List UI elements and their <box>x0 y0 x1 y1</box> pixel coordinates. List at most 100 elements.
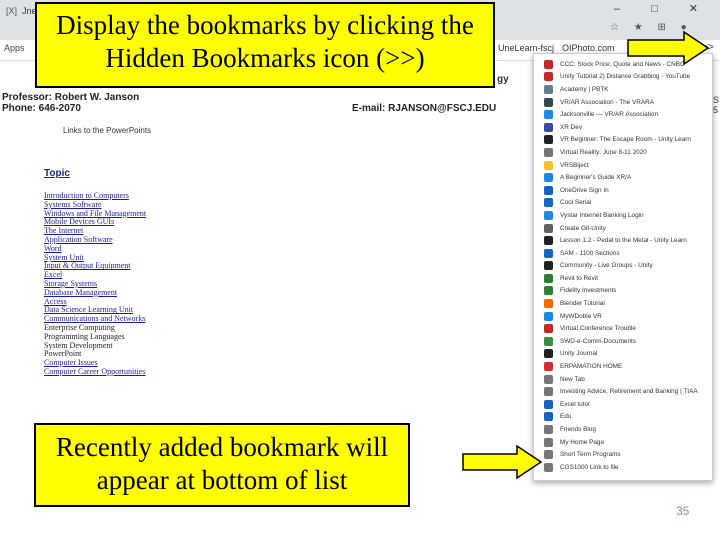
bookmark-favicon-icon <box>544 248 553 258</box>
bookmark-label: Vystar Internet Banking Login <box>560 211 644 219</box>
arrow-to-recent-bookmark <box>462 444 543 480</box>
bookmark-favicon-icon <box>544 135 553 145</box>
bookmark-item[interactable]: OneDrive Sign In <box>534 184 712 197</box>
bookmark-oiphoto[interactable]: OIPhoto.com <box>562 43 615 53</box>
bookmark-favicon-icon <box>544 147 553 157</box>
window-controls[interactable]: – □ ✕ <box>614 2 712 15</box>
bookmark-item[interactable]: Academy | PBTK <box>534 83 712 96</box>
bookmark-label: Cool Serial <box>560 199 592 207</box>
bookmark-label: XR Dev <box>560 123 583 131</box>
bookmark-list: CCC: Stock Price, Quote and News - CNBC U… <box>534 54 712 474</box>
bookmark-item[interactable]: VR/AR Association - The VRARA <box>534 96 712 109</box>
bookmark-label: Excel tutor <box>560 400 591 408</box>
bookmark-favicon-icon <box>544 450 553 460</box>
bookmark-favicon-icon <box>544 437 553 447</box>
bookmark-item[interactable]: SWD-e-Comm-Documents <box>534 335 712 348</box>
bookmark-item[interactable]: MyWDoble VR <box>534 310 712 323</box>
bookmark-label: New Tab <box>560 375 585 383</box>
bookmark-label: Virtual Conference Trouble <box>560 325 636 333</box>
bookmark-label: SAM - 1100 Sections <box>560 249 620 257</box>
bookmark-item[interactable]: XR Dev <box>534 121 712 134</box>
bookmark-favicon-icon <box>544 261 553 271</box>
bookmark-label: Revit to Revit <box>560 274 599 282</box>
bookmark-item[interactable]: Edu <box>534 411 712 424</box>
links-heading: Links to the PowerPoints <box>63 126 152 135</box>
edge-char: S <box>713 95 720 105</box>
bookmark-item[interactable]: Cool Serial <box>534 197 712 210</box>
bookmark-label: Edu <box>560 413 572 421</box>
bookmark-favicon-icon <box>544 273 553 283</box>
bookmark-favicon-icon <box>544 425 553 435</box>
professor-email: E-mail: RJANSON@FSCJ.EDU <box>352 103 497 114</box>
bookmark-favicon-icon <box>544 412 553 422</box>
bookmark-favicon-icon <box>544 349 553 359</box>
bookmark-item[interactable]: New Tab <box>534 373 712 386</box>
bookmark-favicon-icon <box>544 236 553 246</box>
bookmark-favicon-icon <box>544 72 553 82</box>
bookmark-item[interactable]: Blender Tutorial <box>534 297 712 310</box>
bookmark-label: A Beginner's Guide XR/A <box>560 174 632 182</box>
topic-list: Introduction to Computers Systems Softwar… <box>44 191 146 377</box>
bookmark-item[interactable]: A Beginner's Guide XR/A <box>534 171 712 184</box>
bookmark-item[interactable]: Friends Blog <box>534 423 712 436</box>
bookmark-item[interactable]: Lesson 1.2 - Pedal to the Metal - Unity … <box>534 234 712 247</box>
bookmark-item[interactable]: Revit to Revit <box>534 272 712 285</box>
bookmark-item[interactable]: CGS1000 Link to file <box>534 461 712 474</box>
bookmark-item[interactable]: Unity Journal <box>534 348 712 361</box>
bookmark-favicon-icon <box>544 336 553 346</box>
bookmark-label: CGS1000 Link to file <box>560 463 619 471</box>
bookmark-favicon-icon <box>544 324 553 334</box>
arrow-to-hidden-bookmarks <box>627 30 710 66</box>
bookmark-favicon-icon <box>544 462 553 472</box>
bookmark-label: SWD-e-Comm-Documents <box>560 337 636 345</box>
bookmark-favicon-icon <box>544 59 553 69</box>
bookmark-favicon-icon <box>544 223 553 233</box>
bookmark-item[interactable]: My Home Page <box>534 436 712 449</box>
bookmark-unelearn[interactable]: UneLearn-fscj <box>498 43 554 53</box>
bookmark-item[interactable]: Unity Tutorial 2) Distance Grabbing - Yo… <box>534 71 712 84</box>
bookmark-favicon-icon <box>544 173 553 183</box>
bookmark-favicon-icon <box>544 185 553 195</box>
bookmark-favicon-icon <box>544 299 553 309</box>
bookmark-item[interactable]: Jacksonville — VR/AR Association <box>534 108 712 121</box>
bookmark-label: ERPAMATION HOME <box>560 363 623 371</box>
bookmark-favicon-icon <box>544 97 553 107</box>
bookmark-item[interactable]: ERPAMATION HOME <box>534 360 712 373</box>
bookmark-label: Jacksonville — VR/AR Association <box>560 111 659 119</box>
bookmark-favicon-icon <box>544 110 553 120</box>
bookmark-label: Friends Blog <box>560 426 596 434</box>
bookmark-item[interactable]: Virtual Reality: June 8-11 2020 <box>534 146 712 159</box>
bookmark-favicon-icon <box>544 399 553 409</box>
bookmark-item[interactable]: Vystar Internet Banking Login <box>534 209 712 222</box>
bookmark-item[interactable]: Short Term Programs <box>534 448 712 461</box>
instruction-callout: Display the bookmarks by clicking the Hi… <box>35 2 495 88</box>
professor-phone: Phone: 646-2070 <box>2 103 81 114</box>
bookmark-favicon-icon <box>544 387 553 397</box>
recent-bookmark-callout: Recently added bookmark will appear at b… <box>34 423 410 507</box>
bookmark-item[interactable]: Investing Advice, Retirement and Banking… <box>534 385 712 398</box>
bookmark-item[interactable]: Excel tutor <box>534 398 712 411</box>
tab-favicon[interactable]: [X] <box>6 6 17 16</box>
professor-name: Professor: Robert W. Janson <box>2 92 140 103</box>
bookmark-item[interactable]: Virtual Conference Trouble <box>534 322 712 335</box>
bookmark-item[interactable]: VRSBiject <box>534 159 712 172</box>
bookmark-item[interactable]: VR Beginner: The Escape Room - Unity Lea… <box>534 134 712 147</box>
bookmark-label: VR Beginner: The Escape Room - Unity Lea… <box>560 136 691 144</box>
bookmark-label: VR/AR Association - The VRARA <box>560 98 655 106</box>
bookmark-label: Blender Tutorial <box>560 300 605 308</box>
bookmark-label: OneDrive Sign In <box>560 186 609 194</box>
bookmark-label: Unity Tutorial 2) Distance Grabbing - Yo… <box>560 73 691 81</box>
page-heading-fragment: gy <box>497 74 509 85</box>
bookmark-favicon-icon <box>544 362 553 372</box>
page-edge-text: S 5 <box>713 95 719 115</box>
bookmark-label: Fidelity Investments <box>560 287 617 295</box>
bookmark-item[interactable]: Community - Live Groups - Unity <box>534 260 712 273</box>
bookmark-favicon-icon <box>544 210 553 220</box>
topic-heading[interactable]: Topic <box>44 168 70 179</box>
bookmark-item[interactable]: Fidelity Investments <box>534 285 712 298</box>
hidden-bookmarks-menu: CCC: Stock Price, Quote and News - CNBC U… <box>533 53 713 481</box>
bookmark-item[interactable]: Create Git-Unity <box>534 222 712 235</box>
apps-shortcut[interactable]: Apps <box>4 43 25 53</box>
bookmark-item[interactable]: SAM - 1100 Sections <box>534 247 712 260</box>
topic-link[interactable]: Computer Career Opportunities <box>44 367 146 377</box>
